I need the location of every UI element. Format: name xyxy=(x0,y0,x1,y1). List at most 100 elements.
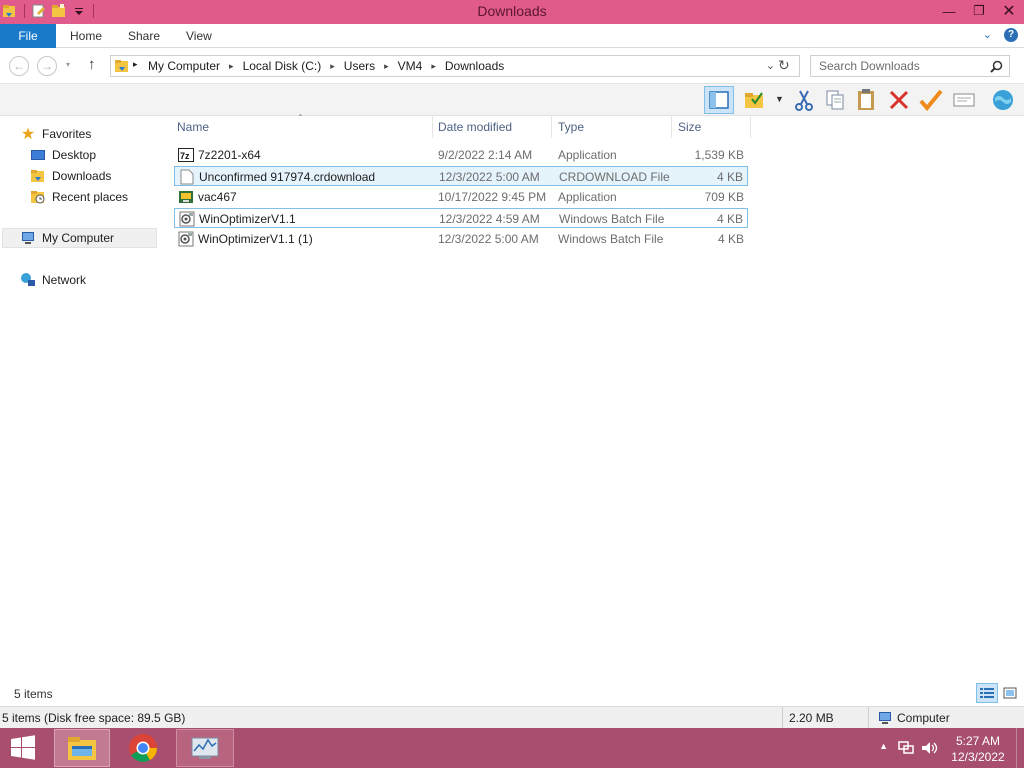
properties-button[interactable] xyxy=(952,88,976,112)
tab-view[interactable]: View xyxy=(186,24,212,48)
status-divider xyxy=(782,707,783,729)
column-divider[interactable] xyxy=(432,116,433,138)
clock[interactable]: 5:27 AM 12/3/2022 xyxy=(946,733,1010,765)
copy-button[interactable] xyxy=(823,88,847,112)
nav-desktop-label: Desktop xyxy=(52,148,97,162)
start-button[interactable] xyxy=(0,729,46,767)
details-view-button[interactable] xyxy=(976,683,998,703)
file-row-focused[interactable]: WinOptimizerV1.1 12/3/2022 4:59 AM Windo… xyxy=(174,208,748,228)
crumb-users[interactable]: Users xyxy=(344,59,375,73)
large-icons-view-button[interactable] xyxy=(1001,685,1019,701)
delete-x-icon xyxy=(889,90,909,110)
nav-downloads-label: Downloads xyxy=(52,169,112,183)
globe-button[interactable] xyxy=(991,88,1015,112)
tab-file[interactable]: File xyxy=(0,24,56,48)
crumb-chevron-icon[interactable]: ▸ xyxy=(330,61,335,72)
search-box[interactable] xyxy=(810,55,1010,77)
column-header-name[interactable]: Name xyxy=(177,120,209,134)
expand-ribbon-icon[interactable]: ⌄ xyxy=(983,28,992,42)
close-button[interactable]: ✕ xyxy=(994,0,1024,22)
status-bar: 5 items (Disk free space: 89.5 GB) 2.20 … xyxy=(0,706,1024,729)
clock-date: 12/3/2022 xyxy=(951,750,1005,764)
taskbar-chrome[interactable] xyxy=(120,729,166,767)
clock-time: 5:27 AM xyxy=(955,734,1001,748)
downloads-folder-icon xyxy=(31,170,44,182)
column-header-type[interactable]: Type xyxy=(558,120,584,134)
up-button[interactable]: ↑ xyxy=(88,56,96,73)
help-icon[interactable]: ? xyxy=(1004,28,1018,42)
file-row[interactable]: WinOptimizerV1.1 (1) 12/3/2022 5:00 AM W… xyxy=(174,229,748,249)
search-input[interactable] xyxy=(819,59,979,73)
network-icon xyxy=(21,273,35,286)
preview-pane-button[interactable] xyxy=(704,86,734,114)
restore-button[interactable]: ❐ xyxy=(964,0,994,22)
status-divider xyxy=(868,707,869,729)
address-bar[interactable]: ▸ My Computer ▸ Local Disk (C:) ▸ Users … xyxy=(110,55,800,77)
network-tray-icon[interactable] xyxy=(898,740,916,756)
desktop-icon xyxy=(31,150,45,160)
column-divider[interactable] xyxy=(671,116,672,138)
nav-network[interactable]: Network xyxy=(20,270,86,290)
paste-button[interactable] xyxy=(855,88,879,112)
crumb-local-disk[interactable]: Local Disk (C:) xyxy=(243,59,322,73)
rename-button[interactable] xyxy=(919,88,943,112)
status-location: Computer xyxy=(897,711,950,725)
crumb-my-computer[interactable]: My Computer xyxy=(148,59,220,73)
scissors-icon xyxy=(795,90,813,111)
file-list: ⌃ Name Date modified Type Size 7z 7z2201… xyxy=(170,113,1024,686)
crumb-downloads[interactable]: Downloads xyxy=(445,59,504,73)
title-bar: Downloads ― ❐ ✕ xyxy=(0,0,1024,24)
nav-downloads[interactable]: Downloads xyxy=(30,166,111,186)
recent-locations-button[interactable]: ▾ xyxy=(66,60,70,69)
computer-icon xyxy=(22,232,34,244)
file-type: CRDOWNLOAD File xyxy=(559,170,670,184)
crumb-vm4[interactable]: VM4 xyxy=(398,59,423,73)
minimize-button[interactable]: ― xyxy=(934,0,964,22)
nav-my-computer[interactable]: My Computer xyxy=(2,228,157,248)
tab-home[interactable]: Home xyxy=(70,24,102,48)
column-header-size[interactable]: Size xyxy=(678,120,701,134)
column-header-date[interactable]: Date modified xyxy=(438,120,512,134)
forward-button[interactable]: → xyxy=(37,56,57,76)
refresh-button[interactable]: ↻ xyxy=(778,57,790,74)
file-name: WinOptimizerV1.1 (1) xyxy=(198,232,313,246)
show-desktop-button[interactable] xyxy=(1016,728,1024,768)
file-row[interactable]: 7z 7z2201-x64 9/2/2022 2:14 AM Applicati… xyxy=(174,145,748,165)
crumb-chevron-icon[interactable]: ▸ xyxy=(229,61,234,72)
clipboard-icon xyxy=(858,89,874,110)
navigation-pane: ★ Favorites Desktop Downloads Recent pla… xyxy=(0,116,160,686)
items-bar: 5 items xyxy=(0,683,1024,706)
nav-favorites[interactable]: ★ Favorites xyxy=(20,124,92,144)
file-row[interactable]: vac467 10/17/2022 9:45 PM Application 70… xyxy=(174,187,748,207)
search-icon[interactable] xyxy=(990,60,1003,73)
7zip-app-icon: 7z xyxy=(178,148,194,162)
open-folder-button[interactable] xyxy=(743,88,767,112)
tab-share[interactable]: Share xyxy=(128,24,160,48)
crumb-chevron-icon[interactable]: ▸ xyxy=(384,61,389,72)
address-root-chevron-icon[interactable]: ▸ xyxy=(133,59,138,70)
nav-recent-places[interactable]: Recent places xyxy=(30,187,128,207)
file-date: 12/3/2022 4:59 AM xyxy=(439,212,540,226)
column-divider[interactable] xyxy=(750,116,751,138)
address-dropdown-icon[interactable]: ⌄ xyxy=(766,59,775,72)
back-button[interactable]: ← xyxy=(9,56,29,76)
taskbar-task-manager[interactable] xyxy=(176,729,234,767)
show-hidden-icons-button[interactable]: ▲ xyxy=(879,741,888,751)
column-divider[interactable] xyxy=(551,116,552,138)
file-type: Application xyxy=(558,190,617,204)
volume-icon[interactable] xyxy=(920,740,938,756)
taskbar: ▲ 5:27 AM 12/3/2022 xyxy=(0,728,1024,768)
cut-button[interactable] xyxy=(792,88,816,112)
dropdown-arrow-icon[interactable]: ▼ xyxy=(775,94,784,104)
file-type: Windows Batch File xyxy=(559,212,665,226)
file-date: 12/3/2022 5:00 AM xyxy=(438,232,539,246)
checkmark-icon xyxy=(919,89,943,111)
file-explorer-icon xyxy=(68,737,96,760)
taskbar-file-explorer[interactable] xyxy=(54,729,110,767)
crumb-chevron-icon[interactable]: ▸ xyxy=(431,61,436,72)
file-row-selected[interactable]: Unconfirmed 917974.crdownload 12/3/2022 … xyxy=(174,166,748,186)
nav-favorites-label: Favorites xyxy=(42,127,92,141)
delete-button[interactable] xyxy=(887,88,911,112)
nav-desktop[interactable]: Desktop xyxy=(30,145,96,165)
file-name: WinOptimizerV1.1 xyxy=(199,212,296,226)
